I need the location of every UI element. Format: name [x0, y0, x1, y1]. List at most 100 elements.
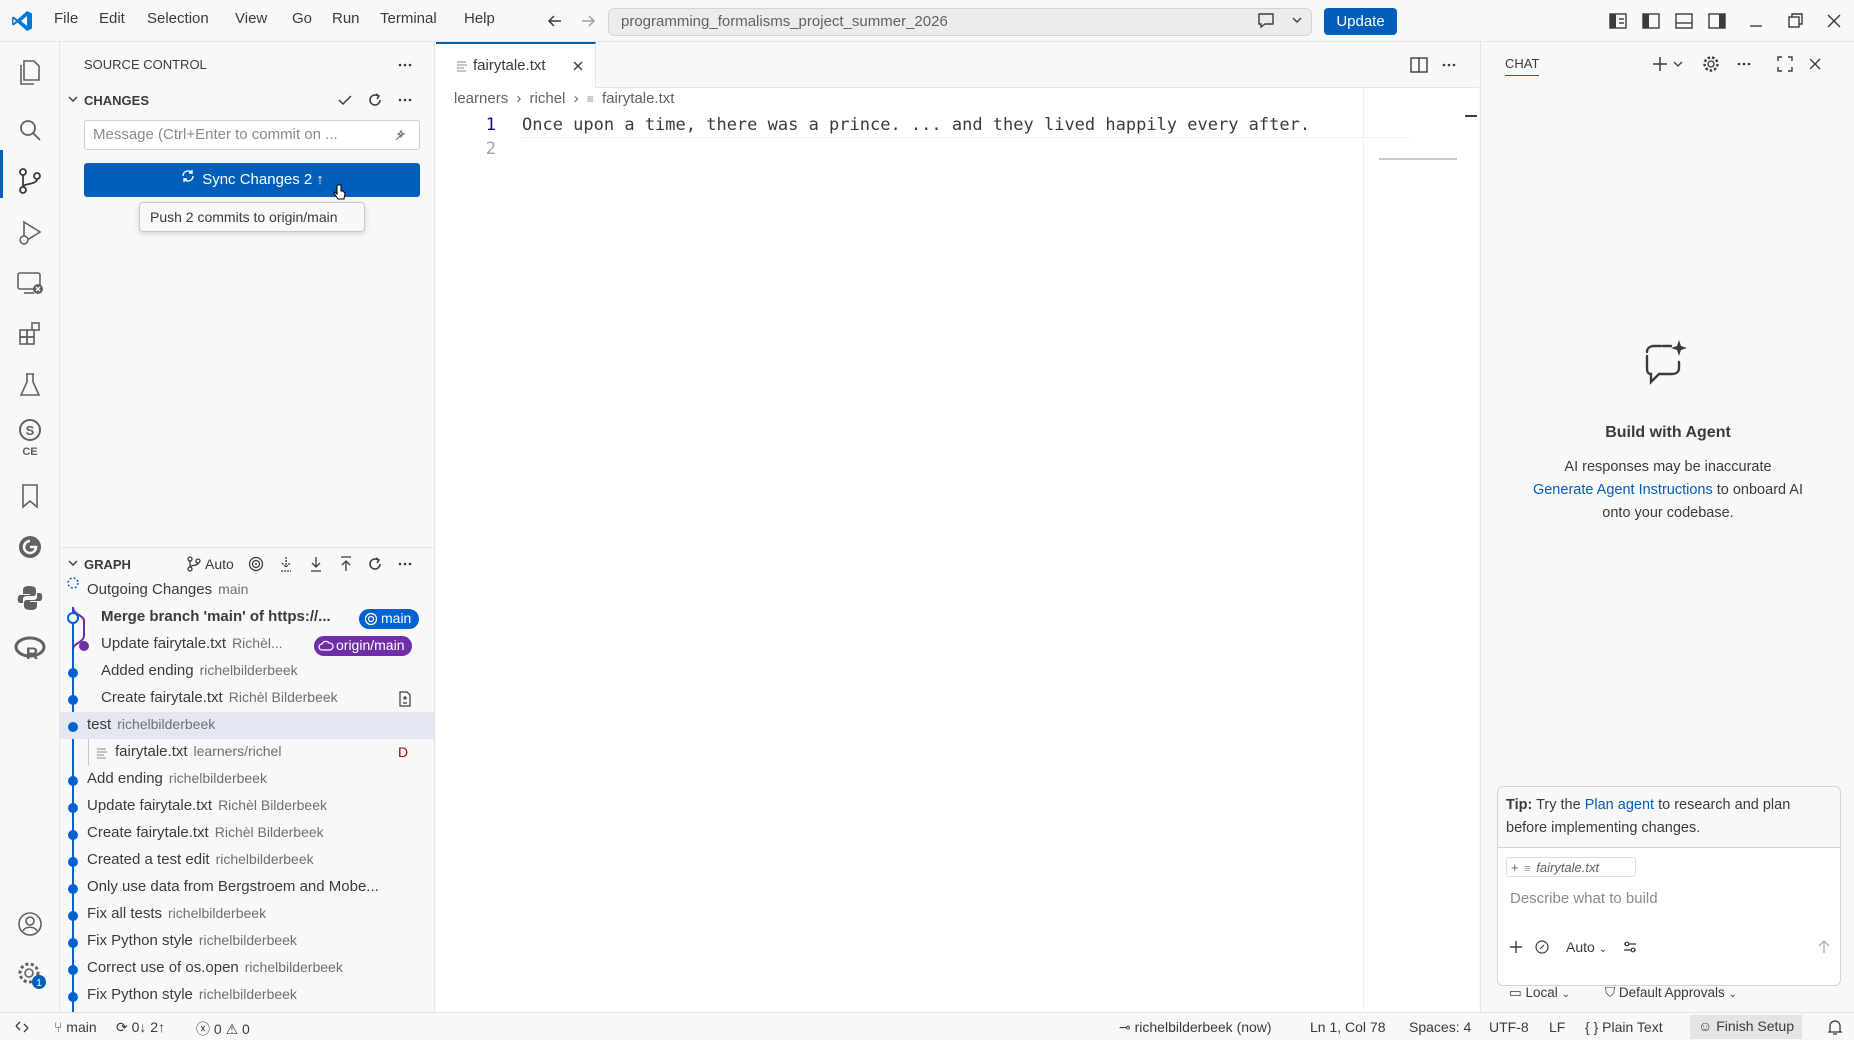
close-icon[interactable] [1806, 55, 1824, 73]
commit-message-input[interactable]: Message (Ctrl+Enter to commit on ... [84, 120, 420, 150]
table-row[interactable]: Fix all tests richelbilderbeek [60, 901, 435, 928]
table-row[interactable]: Correct use of os.open richelbilderbeek [60, 955, 435, 982]
source-control-icon[interactable] [12, 163, 48, 199]
r-language-icon[interactable]: R [12, 631, 48, 667]
outgoing-changes-row[interactable]: Outgoing Changes main [60, 577, 435, 604]
indentation[interactable]: Spaces: 4 [1409, 1019, 1471, 1035]
chat-input-box[interactable]: + ≡ fairytale.txt Describe what to build… [1498, 848, 1840, 985]
menu-terminal[interactable]: Terminal [380, 10, 437, 27]
code-line[interactable]: Once upon a time, there was a prince. ..… [522, 115, 1310, 135]
end-of-line[interactable]: LF [1549, 1019, 1565, 1035]
sync-status[interactable]: ⟳ 0↓ 2↑ [116, 1019, 165, 1036]
generate-instructions-link[interactable]: Generate Agent Instructions [1533, 482, 1713, 498]
table-row[interactable]: Create fairytale.txt Richèl Bilderbeek [60, 685, 435, 712]
chat-input-placeholder[interactable]: Describe what to build [1510, 890, 1658, 907]
remote-explorer-icon[interactable] [12, 265, 48, 301]
chevron-down-icon[interactable] [1290, 13, 1304, 27]
menu-view[interactable]: View [235, 10, 267, 27]
location-dropdown[interactable]: ▭ Local ⌄ [1509, 985, 1570, 1001]
table-row[interactable]: Only use data from Bergstroem and Mobe..… [60, 874, 435, 901]
chat-toggle-icon[interactable] [1256, 11, 1278, 31]
changes-section-title[interactable]: CHANGES [84, 93, 149, 108]
open-changes-icon[interactable] [396, 690, 414, 708]
table-row[interactable]: Added ending richelbilderbeek [60, 658, 435, 685]
forward-arrow-icon[interactable] [579, 12, 597, 30]
chevron-down-icon[interactable] [66, 556, 80, 570]
plus-icon[interactable] [1651, 55, 1669, 73]
codesnap-ce-icon[interactable]: S CE [12, 418, 48, 458]
encoding[interactable]: UTF-8 [1489, 1019, 1529, 1035]
mode-dropdown[interactable]: Auto ⌄ [1566, 939, 1607, 955]
testing-flask-icon[interactable] [12, 367, 48, 403]
language-mode[interactable]: { } Plain Text [1585, 1019, 1663, 1035]
minimize-icon[interactable] [1746, 11, 1766, 31]
more-actions-icon[interactable] [1735, 55, 1753, 73]
table-row[interactable]: Fix Python style richelbilderbeek [60, 928, 435, 955]
cursor-position[interactable]: Ln 1, Col 78 [1310, 1019, 1386, 1035]
notifications-bell-icon[interactable] [1827, 1018, 1843, 1036]
customize-layout-icon[interactable] [1608, 11, 1628, 31]
chat-title[interactable]: CHAT [1505, 56, 1540, 76]
table-row[interactable]: Update fairytale.txt Richèl... origin/mai… [60, 631, 435, 658]
toggle-panel-icon[interactable] [1674, 11, 1694, 31]
table-row-selected[interactable]: test richelbilderbeek [60, 712, 435, 739]
toggle-secondary-sidebar-icon[interactable] [1707, 11, 1727, 31]
table-row[interactable]: Merge branch 'main' of https://... main [60, 604, 435, 631]
refresh-icon[interactable] [366, 555, 384, 573]
chevron-down-icon[interactable] [66, 92, 80, 106]
menu-edit[interactable]: Edit [99, 10, 125, 27]
toggle-primary-sidebar-icon[interactable] [1641, 11, 1661, 31]
table-row[interactable]: Add ending richelbilderbeek [60, 766, 435, 793]
file-row[interactable]: fairytale.txt learners/richel D [60, 739, 435, 766]
plus-icon[interactable] [1508, 939, 1524, 955]
breadcrumb-item[interactable]: richel [530, 90, 566, 107]
python-icon[interactable] [12, 580, 48, 616]
menu-file[interactable]: File [54, 10, 78, 27]
explorer-icon[interactable] [12, 54, 48, 90]
menu-go[interactable]: Go [292, 10, 312, 27]
chevron-down-icon[interactable] [1672, 58, 1684, 70]
gear-icon[interactable] [1702, 55, 1720, 73]
manage-gear-icon[interactable]: 1 [12, 956, 48, 992]
more-actions-icon[interactable] [396, 56, 414, 74]
remote-indicator-icon[interactable] [14, 1019, 30, 1035]
sync-changes-button[interactable]: Sync Changes 2 ↑ [84, 163, 420, 197]
problems-indicator[interactable]: ⓧ 0 ⚠ 0 [196, 1019, 250, 1039]
search-icon[interactable] [12, 112, 48, 148]
push-icon[interactable] [337, 555, 355, 573]
close-window-icon[interactable] [1824, 11, 1844, 31]
split-editor-icon[interactable] [1409, 55, 1429, 75]
more-actions-icon[interactable] [1440, 56, 1458, 74]
breadcrumb-item[interactable]: fairytale.txt [602, 90, 675, 107]
accounts-icon[interactable] [12, 906, 48, 942]
branch-auto-icon[interactable] [185, 555, 203, 573]
more-actions-icon[interactable] [396, 555, 414, 573]
more-actions-icon[interactable] [396, 91, 414, 109]
close-tab-icon[interactable] [570, 58, 586, 74]
update-button[interactable]: Update [1324, 8, 1397, 35]
fetch-icon[interactable] [277, 555, 295, 573]
target-icon[interactable] [247, 555, 265, 573]
menu-run[interactable]: Run [332, 10, 360, 27]
graph-section-title[interactable]: GRAPH [84, 557, 131, 572]
tab-fairytale[interactable]: fairytale.txt [436, 42, 596, 88]
finish-setup-button[interactable]: ☺ Finish Setup [1690, 1015, 1803, 1039]
menu-help[interactable]: Help [464, 10, 495, 27]
table-row[interactable]: Create fairytale.txt Richèl Bilderbeek [60, 820, 435, 847]
plan-agent-link[interactable]: Plan agent [1585, 797, 1654, 813]
run-debug-icon[interactable] [12, 214, 48, 250]
breadcrumb-item[interactable]: learners [454, 90, 508, 107]
menu-selection[interactable]: Selection [147, 10, 209, 27]
tools-icon[interactable] [1534, 939, 1550, 955]
back-arrow-icon[interactable] [546, 12, 564, 30]
branch-indicator[interactable]: ⑂ main [54, 1019, 97, 1035]
table-row[interactable]: Created a test edit richelbilderbeek [60, 847, 435, 874]
graph-auto-label[interactable]: Auto [205, 556, 234, 572]
restore-icon[interactable] [1785, 11, 1805, 31]
scrollbar-thumb[interactable] [1465, 115, 1477, 117]
settings-sliders-icon[interactable] [1622, 939, 1638, 955]
git-blame[interactable]: ⊸ richelbilderbeek (now) [1119, 1019, 1272, 1036]
minimap[interactable] [1363, 88, 1463, 1012]
table-row[interactable]: Fix Python style richelbilderbeek [60, 982, 435, 1012]
commit-check-icon[interactable] [336, 91, 354, 109]
